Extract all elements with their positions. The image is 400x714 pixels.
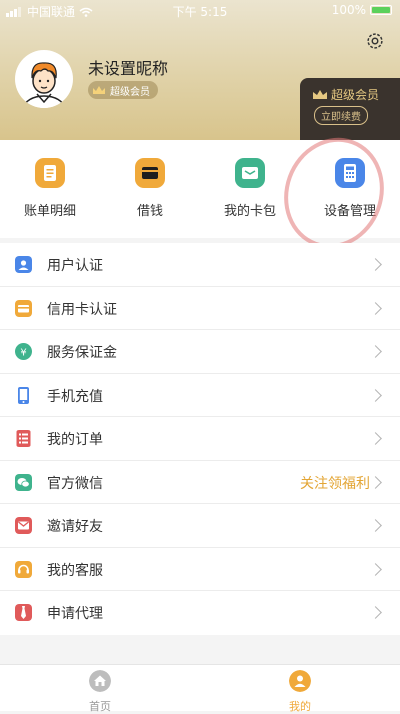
card-pack-icon [235, 158, 265, 188]
member-title: 超级会员 [312, 86, 379, 103]
home-icon [89, 670, 111, 692]
wallet-icon [135, 158, 165, 188]
quick-item-bill[interactable]: 账单明细 [0, 158, 100, 219]
menu-label: 官方微信 [47, 475, 103, 492]
user-verify-icon [15, 256, 32, 273]
credit-card-icon [15, 299, 32, 317]
renew-button[interactable]: 立即续费 [314, 106, 368, 125]
avatar[interactable] [15, 50, 73, 108]
quick-item-device-manage[interactable]: 设备管理 [300, 158, 400, 219]
chevron-right-icon [369, 388, 382, 402]
bill-icon [35, 158, 65, 188]
menu-item-user-verify[interactable]: 用户认证 [0, 243, 400, 287]
menu-item-customer-service[interactable]: 我的客服 [0, 548, 400, 591]
tab-mine[interactable]: 我的 [270, 670, 330, 714]
tab-mine-label: 我的 [289, 700, 311, 713]
svg-text:¥: ¥ [20, 348, 26, 359]
chevron-right-icon [369, 345, 382, 358]
quick-label-card-pack: 我的卡包 [223, 204, 276, 219]
chevron-right-icon [369, 519, 382, 532]
quick-label-device-manage: 设备管理 [323, 204, 376, 219]
menu-label: 手机充值 [47, 388, 103, 405]
battery-percent: 100% [331, 3, 366, 17]
menu-item-wechat[interactable]: 官方微信 关注领福利 [0, 461, 400, 504]
avatar-boy-icon [23, 62, 65, 108]
quick-label-borrow: 借钱 [136, 204, 163, 219]
menu-label: 我的订单 [47, 432, 103, 448]
member-title-label: 超级会员 [331, 88, 380, 102]
wechat-promo-text[interactable]: 关注领福利 [300, 473, 370, 493]
order-list-icon [16, 430, 31, 447]
customer-service-icon [15, 560, 32, 578]
tab-home-label: 首页 [89, 700, 111, 713]
quick-actions: 账单明细 借钱 我的卡包 设备管理 [0, 140, 400, 238]
user-icon [289, 670, 311, 692]
menu-list: 用户认证 信用卡认证 ¥ 服务保证金 手机充值 我的订单 官方微信 关注领福利 … [0, 243, 400, 635]
wechat-icon [15, 473, 32, 491]
chevron-right-icon [369, 606, 382, 619]
agent-tie-icon [15, 604, 32, 621]
tab-bar: 首页 我的 [0, 664, 400, 714]
menu-label: 邀请好友 [47, 519, 103, 535]
vip-badge-label: 超级会员 [110, 86, 150, 98]
chevron-right-icon [369, 562, 382, 576]
status-bar: 中国联通 下午 5:15 100% [0, 0, 400, 22]
menu-label: 申请代理 [47, 606, 103, 622]
battery-icon [370, 5, 392, 15]
quick-item-card-pack[interactable]: 我的卡包 [200, 158, 300, 219]
invite-mail-icon [15, 517, 32, 534]
member-card[interactable]: 超级会员 立即续费 [300, 78, 400, 140]
menu-label: 我的客服 [47, 562, 103, 579]
yen-icon: ¥ [15, 343, 32, 360]
crown-icon [93, 86, 105, 94]
chevron-right-icon [369, 258, 382, 271]
profile-header: 中国联通 下午 5:15 100% 未设置昵称 超级会员 超级会员 立即续费 [0, 0, 400, 140]
menu-item-phone-recharge[interactable]: 手机充值 [0, 374, 400, 417]
menu-item-credit-card[interactable]: 信用卡认证 [0, 287, 400, 330]
quick-label-bill: 账单明细 [23, 204, 76, 219]
vip-badge: 超级会员 [88, 81, 158, 99]
menu-item-invite[interactable]: 邀请好友 [0, 504, 400, 548]
settings-gear-icon[interactable] [364, 30, 386, 52]
menu-item-orders[interactable]: 我的订单 [0, 417, 400, 461]
quick-item-borrow[interactable]: 借钱 [100, 158, 200, 219]
menu-label: 信用卡认证 [47, 301, 117, 318]
nickname[interactable]: 未设置昵称 [88, 55, 168, 79]
tab-home[interactable]: 首页 [70, 670, 130, 714]
phone-icon [18, 386, 29, 404]
chevron-right-icon [369, 432, 382, 445]
status-right: 100% [332, 3, 392, 17]
chevron-right-icon [369, 301, 382, 315]
menu-item-agent[interactable]: 申请代理 [0, 591, 400, 635]
menu-label: 服务保证金 [47, 345, 117, 361]
menu-item-deposit[interactable]: ¥ 服务保证金 [0, 330, 400, 374]
calculator-icon [335, 158, 365, 188]
chevron-right-icon [369, 475, 382, 489]
menu-label: 用户认证 [47, 258, 103, 274]
crown-icon [313, 90, 327, 99]
